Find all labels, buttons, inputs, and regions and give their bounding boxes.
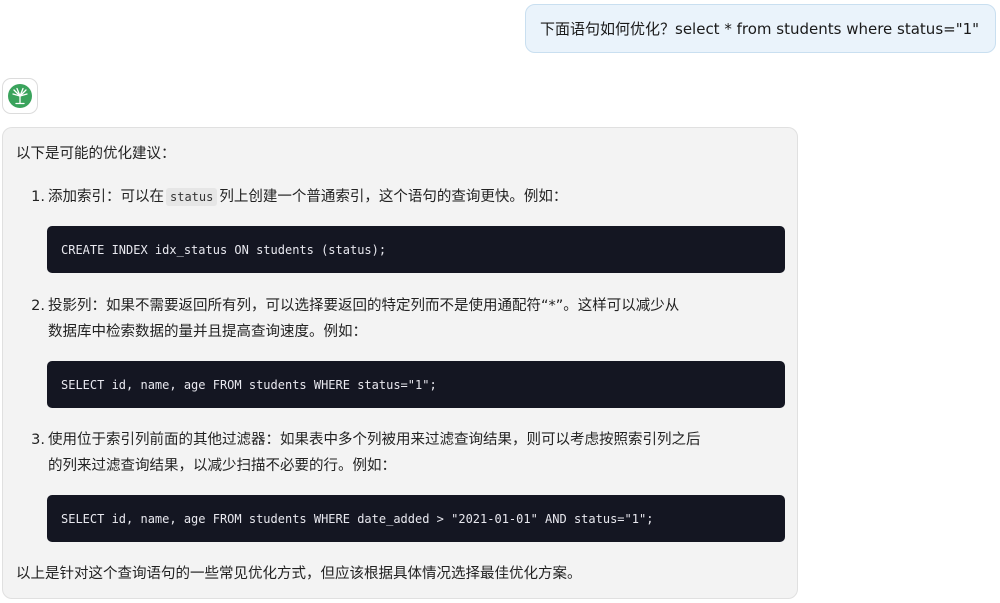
list-number-1: 1. xyxy=(31,189,45,205)
user-message-text: 下面语句如何优化？select * from students where st… xyxy=(540,20,980,38)
code-block-3: SELECT id, name, age FROM students WHERE… xyxy=(47,495,785,542)
assistant-answer-card: 以下是可能的优化建议： 1. 添加索引：可以在 status 列上创建一个普通索引，… xyxy=(2,127,798,599)
user-message-bubble: 下面语句如何优化？select * from students where st… xyxy=(525,4,996,53)
code-block-3-text: SELECT id, name, age FROM students WHERE… xyxy=(61,511,654,526)
item-1-text-before: 添加索引：可以在 xyxy=(48,189,164,205)
inline-code-status: status xyxy=(166,188,218,206)
code-block-1-text: CREATE INDEX idx_status ON students (sta… xyxy=(61,242,387,257)
code-block-2-text: SELECT id, name, age FROM students WHERE… xyxy=(61,377,437,392)
answer-intro: 以下是可能的优化建议： xyxy=(16,146,176,162)
tree-logo-icon xyxy=(8,84,32,108)
item-2-line-2: 数据库中检索数据的量并且提高查询速度。例如： xyxy=(48,324,367,340)
answer-conclusion: 以上是针对这个查询语句的一些常见优化方式，但应该根据具体情况选择最佳优化方案。 xyxy=(16,566,582,582)
code-block-1: CREATE INDEX idx_status ON students (sta… xyxy=(47,226,785,273)
assistant-avatar xyxy=(2,78,38,114)
list-item-1-text: 添加索引：可以在 status 列上创建一个普通索引，这个语句的查询更快。例如： xyxy=(48,184,567,210)
item-3-line-1: 使用位于索引列前面的其他过滤器：如果表中多个列被用来过滤查询结果，则可以考虑按照… xyxy=(48,432,701,448)
code-block-2: SELECT id, name, age FROM students WHERE… xyxy=(47,361,785,408)
item-1-text-after: 列上创建一个普通索引，这个语句的查询更快。例如： xyxy=(219,189,568,205)
list-number-2: 2. xyxy=(31,298,45,314)
item-3-line-2: 的列来过滤查询结果，以减少扫描不必要的行。例如： xyxy=(48,458,396,474)
list-number-3: 3. xyxy=(31,432,45,448)
item-2-line-1: 投影列：如果不需要返回所有列，可以选择要返回的特定列而不是使用通配符“*”。这样… xyxy=(48,298,680,314)
